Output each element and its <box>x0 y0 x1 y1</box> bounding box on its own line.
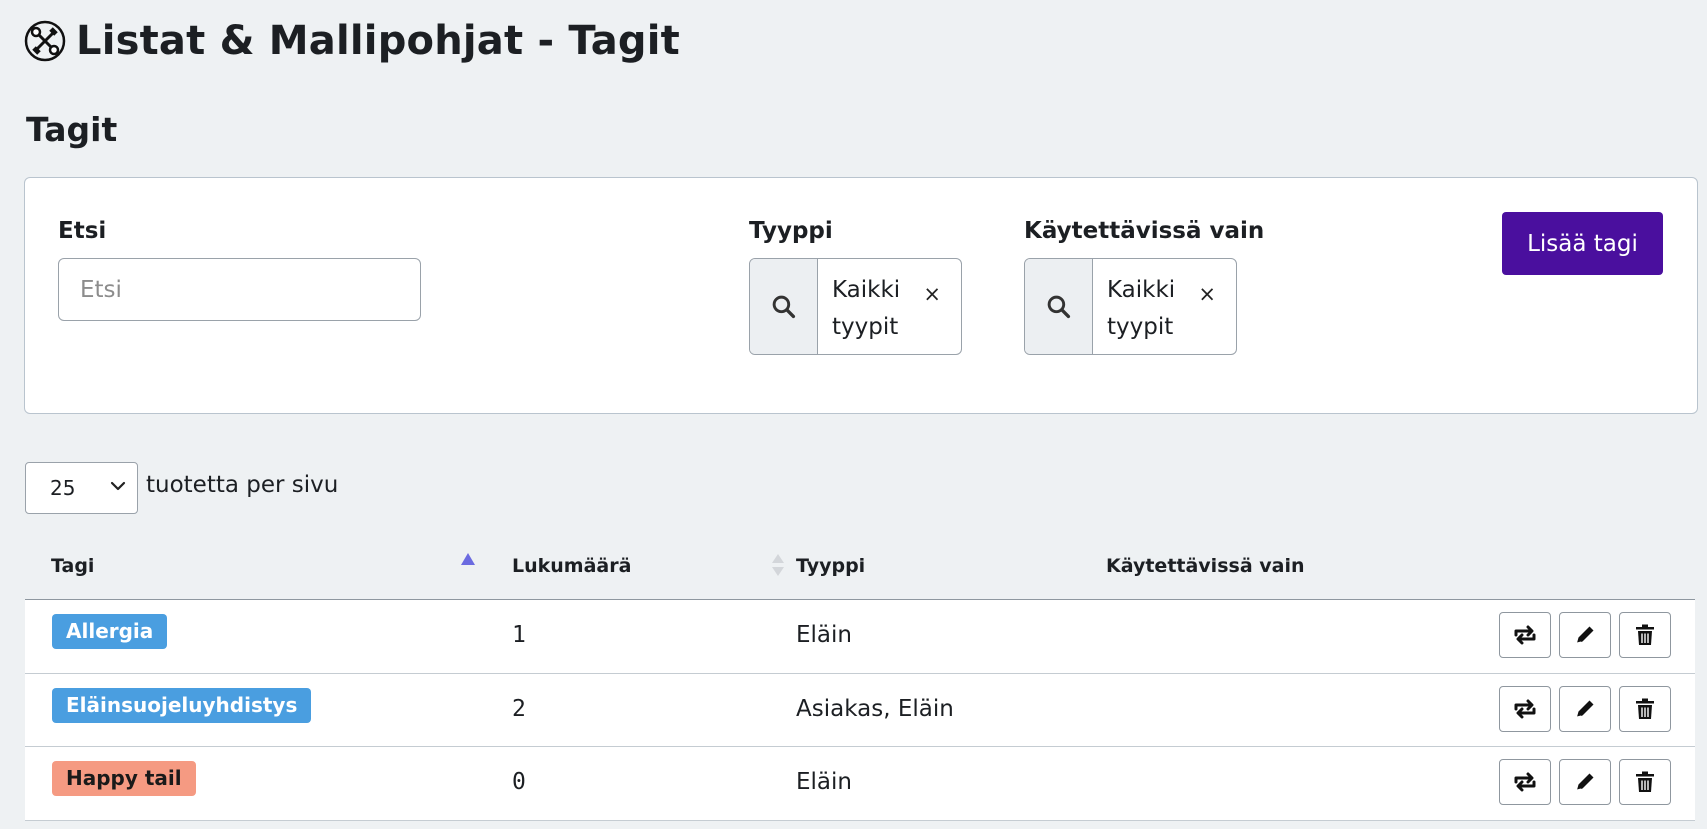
table-row: Eläinsuojeluyhdistys 2 Asiakas, Eläin <box>25 673 1695 747</box>
search-icon <box>750 259 818 354</box>
sort-icon[interactable] <box>770 552 786 578</box>
chevron-down-icon <box>110 481 126 491</box>
trash-icon <box>1632 696 1658 722</box>
search-icon <box>1025 259 1093 354</box>
delete-button[interactable] <box>1619 612 1671 658</box>
type-filter-value: Kaikki tyypit <box>832 277 901 340</box>
clear-icon[interactable]: × <box>1198 276 1216 313</box>
usable-filter-label: Käytettävissä vain <box>1024 218 1265 244</box>
page-title: Listat & Mallipohjat - Tagit <box>76 18 680 64</box>
usable-filter-value: Kaikki tyypit <box>1107 277 1176 340</box>
tag-count: 1 <box>512 622 526 648</box>
page-size-label: tuotetta per sivu <box>146 472 339 498</box>
sort-ascending-icon[interactable] <box>460 552 476 566</box>
column-header-usable: Käytettävissä vain <box>1106 555 1305 577</box>
tag-type: Eläin <box>796 622 852 648</box>
tools-icon <box>24 20 66 62</box>
edit-button[interactable] <box>1559 685 1611 732</box>
column-header-type[interactable]: Tyyppi <box>796 555 865 577</box>
repeat-icon <box>1512 696 1538 722</box>
repeat-button[interactable] <box>1499 759 1551 805</box>
tag-count: 2 <box>512 695 526 722</box>
page-size-select[interactable]: 25 <box>25 462 138 514</box>
column-header-tag[interactable]: Tagi <box>51 555 94 577</box>
page-size-value: 25 <box>50 476 76 500</box>
repeat-icon <box>1512 769 1538 795</box>
search-label: Etsi <box>58 218 107 244</box>
table-row: Allergia 1 Eläin <box>25 600 1695 674</box>
tag-badge: Happy tail <box>52 761 196 796</box>
page-header: Listat & Mallipohjat - Tagit <box>24 18 680 64</box>
repeat-button[interactable] <box>1499 685 1551 732</box>
section-title: Tagit <box>26 110 118 149</box>
trash-icon <box>1632 769 1658 795</box>
filter-card: Etsi Tyyppi Kaikki tyypit × Käytettäviss… <box>24 177 1698 414</box>
row-actions <box>1499 759 1671 805</box>
tag-badge: Allergia <box>52 614 168 649</box>
row-actions <box>1499 685 1671 732</box>
table-body: Allergia 1 Eläin Eläinsuojeluyhdistys 2 Asiak… <box>25 600 1695 821</box>
clear-icon[interactable]: × <box>923 276 941 313</box>
pencil-icon <box>1572 769 1598 795</box>
tag-count: 0 <box>512 769 526 795</box>
tag-badge: Eläinsuojeluyhdistys <box>52 687 312 723</box>
add-tag-button[interactable]: Lisää tagi <box>1502 212 1663 275</box>
table-row: Happy tail 0 Eläin <box>25 747 1695 821</box>
delete-button[interactable] <box>1619 759 1671 805</box>
column-header-count[interactable]: Lukumäärä <box>512 555 631 577</box>
edit-button[interactable] <box>1559 759 1611 805</box>
table-header: Tagi Lukumäärä Tyyppi Käytettävissä vain <box>25 530 1695 600</box>
delete-button[interactable] <box>1619 685 1671 732</box>
tag-type: Asiakas, Eläin <box>796 695 954 722</box>
type-filter-label: Tyyppi <box>749 218 833 244</box>
trash-icon <box>1632 622 1658 648</box>
type-filter-select[interactable]: Kaikki tyypit × <box>749 258 962 355</box>
usable-filter-select[interactable]: Kaikki tyypit × <box>1024 258 1237 355</box>
repeat-button[interactable] <box>1499 612 1551 658</box>
tag-type: Eläin <box>796 769 852 795</box>
pencil-icon <box>1572 696 1598 722</box>
edit-button[interactable] <box>1559 612 1611 658</box>
tags-table: Tagi Lukumäärä Tyyppi Käytettävissä vain… <box>25 530 1695 821</box>
repeat-icon <box>1512 622 1538 648</box>
pencil-icon <box>1572 622 1598 648</box>
search-input[interactable] <box>58 258 421 321</box>
row-actions <box>1499 612 1671 658</box>
